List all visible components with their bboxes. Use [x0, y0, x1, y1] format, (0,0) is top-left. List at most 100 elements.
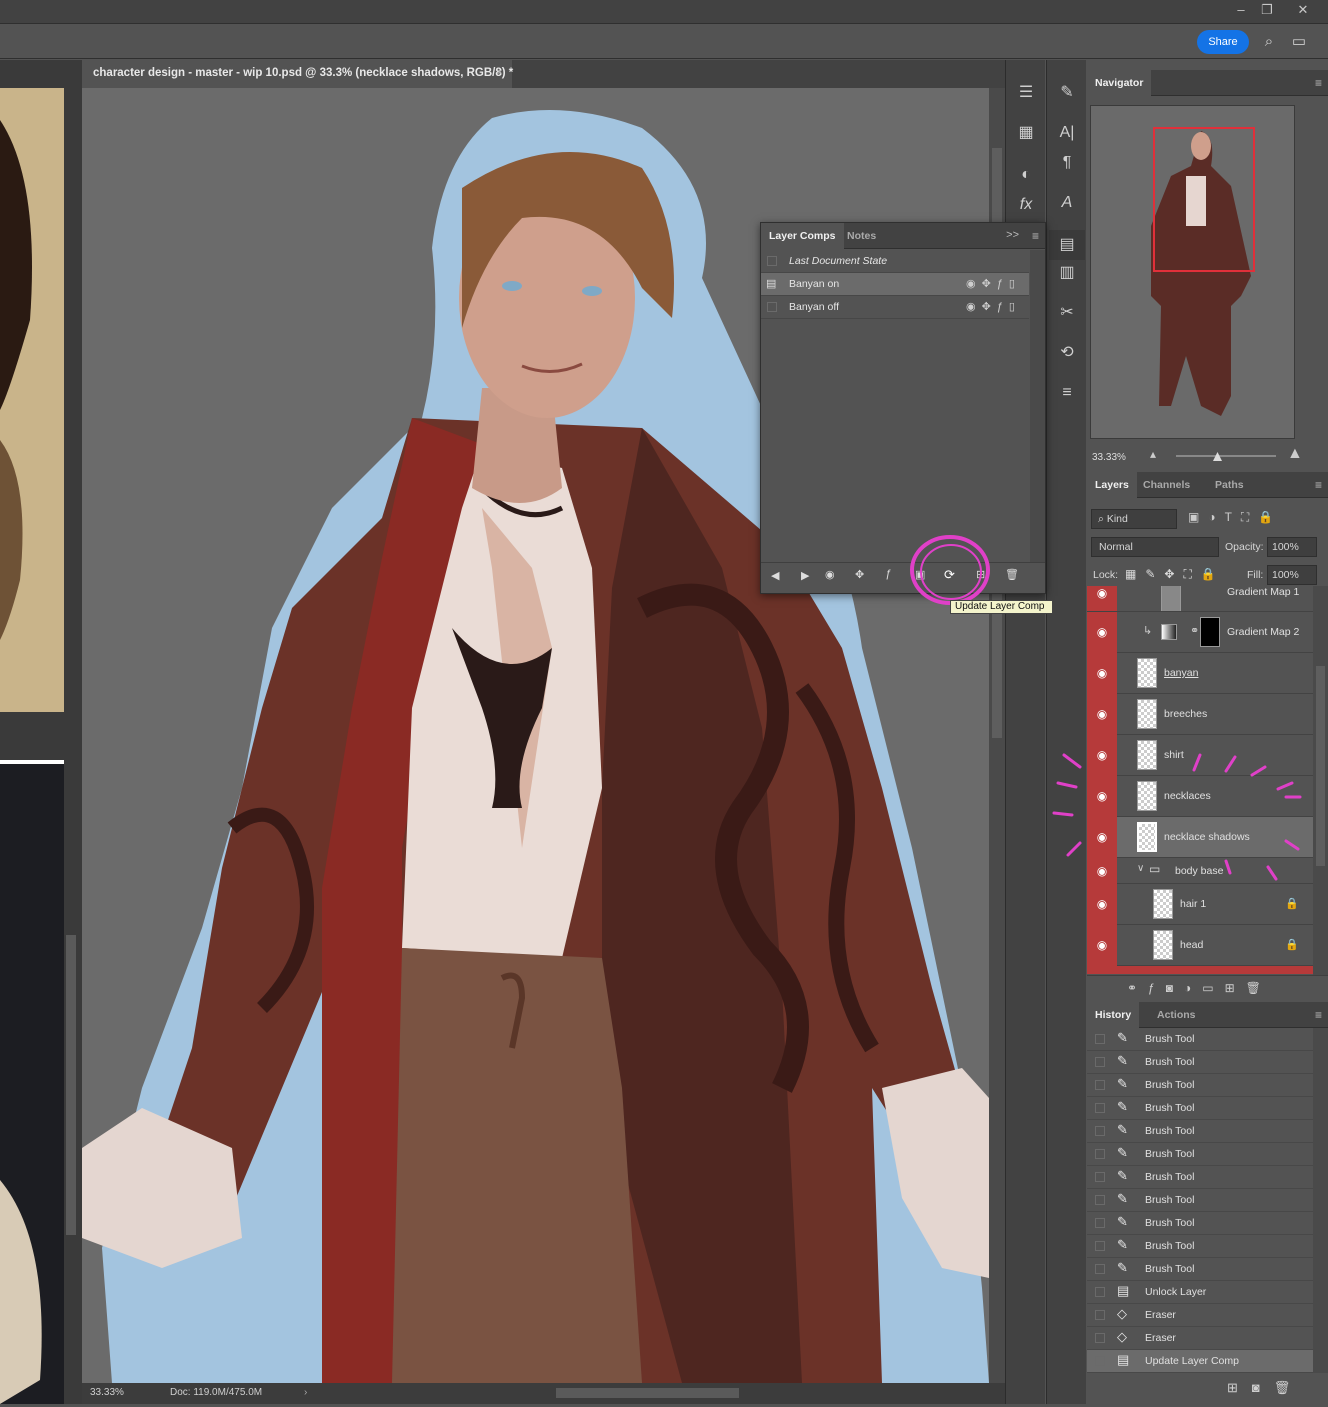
sliders-icon[interactable]: ≡: [1049, 378, 1085, 408]
swatches-icon[interactable]: ▦: [1008, 118, 1044, 148]
layer-comp-row[interactable]: Last Document State: [761, 250, 1029, 273]
styles-icon[interactable]: fx: [1008, 190, 1044, 220]
history-checkbox[interactable]: [1095, 1172, 1105, 1182]
history-item[interactable]: ✎ Brush Tool: [1087, 1235, 1313, 1258]
history-item[interactable]: ✎ Brush Tool: [1087, 1028, 1313, 1051]
notes-icon[interactable]: ▥: [1049, 258, 1085, 288]
visibility-eye-icon[interactable]: ◉: [1087, 653, 1117, 694]
layer-row[interactable]: ◉ hair 1 🔒: [1087, 884, 1313, 925]
history-checkbox[interactable]: [1095, 1356, 1105, 1366]
layer-row[interactable]: ◉ ↳ ⚭ Gradient Map 2: [1087, 612, 1313, 653]
history-checkbox[interactable]: [1095, 1080, 1105, 1090]
history-checkbox[interactable]: [1095, 1034, 1105, 1044]
tab-layers[interactable]: Layers: [1087, 472, 1137, 498]
history-item[interactable]: ◇ Eraser: [1087, 1304, 1313, 1327]
tab-actions[interactable]: Actions: [1149, 1002, 1204, 1028]
tab-layer-comps[interactable]: Layer Comps: [761, 223, 844, 249]
history-item-selected[interactable]: ▤ Update Layer Comp: [1087, 1350, 1313, 1373]
panel-expand-icon[interactable]: >>: [1006, 229, 1019, 241]
character-icon[interactable]: A|: [1049, 118, 1085, 148]
visibility-eye-icon[interactable]: ◉: [1087, 612, 1117, 653]
history-item[interactable]: ✎ Brush Tool: [1087, 1097, 1313, 1120]
history-checkbox[interactable]: [1095, 1310, 1105, 1320]
search-icon[interactable]: ⌕: [1258, 31, 1280, 53]
appearance-toggle-icon[interactable]: ƒ: [885, 568, 891, 580]
filter-kind-select[interactable]: ⌕ Kind: [1091, 509, 1177, 529]
visibility-eye-icon[interactable]: ◉: [1087, 586, 1117, 611]
layer-comp-checkbox[interactable]: [767, 302, 777, 312]
layer-comps-scrollbar[interactable]: [1030, 250, 1045, 562]
history-icon[interactable]: ⟲: [1049, 338, 1085, 368]
navigator-menu-icon[interactable]: ≡: [1315, 76, 1322, 90]
history-item[interactable]: ✎ Brush Tool: [1087, 1258, 1313, 1281]
workspace-icon[interactable]: ▭: [1288, 31, 1310, 53]
history-checkbox[interactable]: [1095, 1264, 1105, 1274]
visibility-eye-icon[interactable]: ◉: [1087, 925, 1117, 966]
history-item[interactable]: ✎ Brush Tool: [1087, 1051, 1313, 1074]
history-footer-icons[interactable]: ⊞◙🗑: [1087, 1375, 1328, 1404]
history-checkbox[interactable]: [1095, 1103, 1105, 1113]
status-zoom[interactable]: 33.33%: [90, 1383, 124, 1403]
history-menu-icon[interactable]: ≡: [1315, 1008, 1322, 1022]
zoom-slider[interactable]: [1176, 455, 1276, 457]
layer-row[interactable]: ◉ breeches: [1087, 694, 1313, 735]
layer-row[interactable]: ◉ head 🔒: [1087, 925, 1313, 966]
layer-comp-attribute-icons[interactable]: ◉✥ƒ▯: [966, 273, 1021, 295]
next-comp-icon[interactable]: ▶: [801, 569, 809, 582]
adjustments-icon[interactable]: ◐: [1008, 160, 1044, 190]
history-checkbox[interactable]: [1095, 1333, 1105, 1343]
history-item[interactable]: ✎ Brush Tool: [1087, 1143, 1313, 1166]
layer-comp-row[interactable]: Banyan off ◉✥ƒ▯: [761, 296, 1029, 319]
tab-close-icon[interactable]: ×: [496, 60, 503, 87]
layers-footer-icons[interactable]: ⚭ƒ◙◑▭⊞🗑: [1087, 975, 1328, 1001]
navigator-zoom[interactable]: 33.33%: [1092, 452, 1126, 463]
history-checkbox[interactable]: [1095, 1195, 1105, 1205]
history-checkbox[interactable]: [1095, 1218, 1105, 1228]
horizontal-scrollbar-thumb[interactable]: [556, 1388, 739, 1398]
history-checkbox[interactable]: [1095, 1057, 1105, 1067]
history-item[interactable]: ✎ Brush Tool: [1087, 1189, 1313, 1212]
layer-comp-attribute-icons[interactable]: ◉✥ƒ▯: [966, 296, 1021, 318]
history-checkbox[interactable]: [1095, 1149, 1105, 1159]
tool-presets-icon[interactable]: ✂: [1049, 298, 1085, 328]
layer-row[interactable]: ◉ banyan: [1087, 653, 1313, 694]
zoom-in-icon[interactable]: ▲: [1287, 445, 1303, 463]
document-tab[interactable]: character design - master - wip 10.psd @…: [82, 60, 513, 88]
opacity-input[interactable]: 100%: [1267, 537, 1317, 557]
history-checkbox[interactable]: [1095, 1287, 1105, 1297]
history-scrollbar[interactable]: [1313, 1028, 1328, 1373]
delete-comp-icon[interactable]: 🗑: [1005, 568, 1019, 581]
layer-comp-checkbox[interactable]: [767, 256, 777, 266]
layer-row[interactable]: ◉ Gradient Map 1: [1087, 586, 1313, 612]
tab-notes[interactable]: Notes: [839, 223, 884, 249]
history-item[interactable]: ✎ Brush Tool: [1087, 1166, 1313, 1189]
tab-navigator[interactable]: Navigator: [1087, 70, 1152, 96]
zoom-out-icon[interactable]: ▴: [1150, 447, 1156, 461]
blend-mode-select[interactable]: Normal: [1091, 537, 1219, 557]
history-item[interactable]: ▤ Unlock Layer: [1087, 1281, 1313, 1304]
layers-menu-icon[interactable]: ≡: [1315, 478, 1322, 492]
history-item[interactable]: ✎ Brush Tool: [1087, 1120, 1313, 1143]
previous-comp-icon[interactable]: ◀: [771, 569, 779, 582]
history-item[interactable]: ✎ Brush Tool: [1087, 1074, 1313, 1097]
position-toggle-icon[interactable]: ✥: [855, 568, 864, 581]
brush-settings-icon[interactable]: ✎: [1049, 78, 1085, 108]
status-menu-icon[interactable]: ›: [304, 1383, 307, 1403]
paragraph-icon[interactable]: ¶: [1049, 148, 1085, 178]
layer-comp-row-selected[interactable]: ▤ Banyan on ◉✥ƒ▯: [761, 273, 1029, 296]
properties-icon[interactable]: ☰: [1008, 78, 1044, 108]
tab-history[interactable]: History: [1087, 1002, 1140, 1028]
history-item[interactable]: ✎ Brush Tool: [1087, 1212, 1313, 1235]
close-button[interactable]: ✕: [1286, 0, 1320, 22]
glyphs-icon[interactable]: A: [1049, 188, 1085, 218]
tab-channels[interactable]: Channels: [1135, 472, 1198, 498]
tab-paths[interactable]: Paths: [1207, 472, 1252, 498]
layer-comps-icon[interactable]: ▤: [1049, 230, 1085, 260]
history-item[interactable]: ◇ Eraser: [1087, 1327, 1313, 1350]
share-button[interactable]: Share: [1197, 30, 1249, 54]
visibility-toggle-icon[interactable]: ◉: [825, 568, 835, 581]
visibility-eye-icon[interactable]: ◉: [1087, 884, 1117, 925]
restore-button[interactable]: ❐: [1250, 0, 1284, 22]
visibility-eye-icon[interactable]: ◉: [1087, 694, 1117, 735]
navigator-view-rectangle[interactable]: [1153, 127, 1255, 272]
